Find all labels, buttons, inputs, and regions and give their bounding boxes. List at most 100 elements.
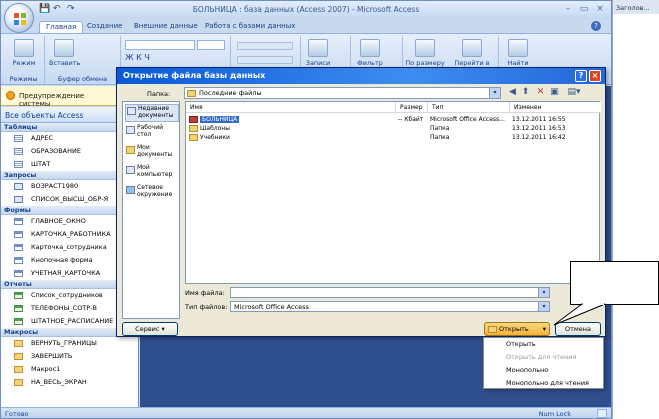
folder-icon bbox=[189, 125, 198, 132]
file-row[interactable]: БОЛЬНИЦА -- Кбайт Microsoft Office Access.… bbox=[186, 115, 599, 124]
up-folder-icon[interactable]: ⬆ bbox=[520, 87, 531, 98]
paste-icon bbox=[54, 39, 74, 57]
chevron-down-icon: ▾ bbox=[161, 325, 165, 333]
macro-icon bbox=[14, 340, 23, 347]
database-icon bbox=[189, 116, 198, 123]
nav-item-label: ГЛАВНОЕ_ОКНО bbox=[31, 217, 86, 225]
tools-button[interactable]: Сервис ▾ bbox=[122, 322, 178, 336]
form-icon bbox=[14, 244, 23, 251]
open-button[interactable]: Открыть ▾ bbox=[484, 322, 550, 336]
nav-item-label: ОБРАЗОВАНИЕ bbox=[31, 147, 81, 155]
open-database-dialog: Открытие файла базы данных ? × Папка: По… bbox=[116, 67, 606, 337]
place-my-computer[interactable]: Мой компьютер bbox=[125, 164, 179, 182]
table-icon bbox=[14, 148, 23, 155]
view-button[interactable]: Режим bbox=[9, 39, 39, 71]
file-modified: 13.12.2011 16:53 bbox=[512, 125, 566, 132]
look-in-label: Папка: bbox=[147, 90, 171, 98]
maximize-button[interactable]: ▭ bbox=[577, 4, 591, 15]
bold-italic-underline-icons[interactable]: Ж К Ч bbox=[125, 53, 150, 62]
minimize-button[interactable]: – bbox=[561, 4, 575, 15]
nav-item-macro[interactable]: НА_ВЕСЬ_ЭКРАН bbox=[1, 376, 138, 389]
place-recent[interactable]: Недавние документы bbox=[125, 104, 179, 122]
folder-icon bbox=[189, 134, 198, 141]
form-icon bbox=[14, 270, 23, 277]
help-icon[interactable]: ? bbox=[591, 21, 601, 31]
recent-folder-icon bbox=[187, 90, 196, 97]
column-name[interactable]: Имя bbox=[186, 102, 396, 113]
paste-button[interactable]: Вставить bbox=[49, 39, 80, 71]
font-name-combo[interactable] bbox=[125, 40, 195, 50]
file-row[interactable]: Шаблоны Папка 13.12.2011 16:53 bbox=[186, 124, 599, 133]
form-icon bbox=[14, 257, 23, 264]
new-folder-icon[interactable]: ▣ bbox=[549, 87, 560, 98]
align-icons[interactable] bbox=[237, 42, 293, 50]
nav-item-macro[interactable]: ЗАВЕРШИТЬ bbox=[1, 350, 138, 363]
office-button[interactable] bbox=[4, 3, 34, 33]
ribbon-group-views: Режим Режимы bbox=[3, 36, 45, 84]
report-icon bbox=[14, 305, 23, 312]
place-network[interactable]: Сетевое окружение bbox=[125, 184, 179, 202]
security-warning-bar: Предупреждение системы bbox=[1, 86, 121, 108]
chevron-down-icon[interactable]: ▾ bbox=[543, 323, 546, 335]
tab-home[interactable]: Главная bbox=[39, 21, 84, 33]
menu-open-exclusive-read-only[interactable]: Монопольно для чтения bbox=[484, 377, 603, 389]
delete-icon[interactable]: ✕ bbox=[535, 87, 546, 98]
file-type: Папка bbox=[430, 134, 450, 141]
tab-database-tools[interactable]: Работа с базами данных bbox=[199, 21, 301, 33]
filename-label: Имя файла: bbox=[185, 289, 225, 297]
query-icon bbox=[14, 183, 23, 190]
chevron-down-icon[interactable]: ▾ bbox=[538, 288, 549, 297]
menu-open-exclusive[interactable]: Монопольно bbox=[484, 364, 603, 376]
warning-icon bbox=[6, 91, 15, 100]
table-icon bbox=[14, 161, 23, 168]
nav-item-macro[interactable]: ВЕРНУТЬ_ГРАНИЦЫ bbox=[1, 337, 138, 350]
nav-item-label: ВЕРНУТЬ_ГРАНИЦЫ bbox=[31, 339, 97, 347]
close-button[interactable]: × bbox=[593, 4, 607, 15]
macro-icon bbox=[14, 379, 23, 386]
nav-item-label: Макрос1 bbox=[31, 365, 61, 373]
callout-box bbox=[570, 261, 659, 305]
nav-item-label: Кнопочная форма bbox=[31, 256, 93, 264]
file-size: -- Кбайт bbox=[398, 116, 424, 123]
filter-icon bbox=[360, 39, 380, 57]
nav-item-label: АДРЕС bbox=[31, 134, 54, 142]
views-icon[interactable]: ▤▾ bbox=[565, 87, 583, 98]
file-row[interactable]: Учебники Папка 13.12.2011 16:42 bbox=[186, 133, 599, 142]
chevron-down-icon[interactable]: ▾ bbox=[489, 88, 500, 98]
filetype-select[interactable]: Microsoft Office Access ▾ bbox=[230, 301, 550, 312]
filename-input[interactable]: ▾ bbox=[230, 287, 550, 298]
background-window: Заголов... bbox=[612, 0, 659, 419]
list-icons[interactable] bbox=[237, 56, 293, 64]
menu-open[interactable]: Открыть bbox=[484, 338, 603, 350]
menu-open-read-only[interactable]: Открыть для чтения bbox=[484, 351, 603, 363]
chevron-down-icon[interactable]: ▾ bbox=[538, 302, 549, 311]
size-to-fit-icon bbox=[415, 39, 435, 57]
column-modified[interactable]: Изменен bbox=[510, 102, 601, 113]
place-my-documents[interactable]: Мои документы bbox=[125, 144, 179, 162]
tab-create[interactable]: Создание bbox=[81, 21, 128, 33]
file-modified: 13.12.2011 16:55 bbox=[512, 116, 566, 123]
desktop-icon bbox=[126, 126, 135, 134]
cancel-button[interactable]: Отмена bbox=[555, 322, 601, 336]
tab-external-data[interactable]: Внешние данные bbox=[128, 21, 204, 33]
dialog-help-button[interactable]: ? bbox=[575, 70, 587, 82]
my-computer-icon bbox=[126, 166, 135, 174]
nav-item-macro[interactable]: Макрос1 bbox=[1, 363, 138, 376]
view-shortcut-icon[interactable] bbox=[597, 409, 607, 418]
column-type[interactable]: Тип bbox=[428, 102, 510, 113]
dialog-close-button[interactable]: × bbox=[589, 70, 601, 82]
macro-icon bbox=[14, 366, 23, 373]
back-icon[interactable]: ◀ bbox=[507, 87, 518, 98]
nav-item-label: ЗАВЕРШИТЬ bbox=[31, 352, 73, 360]
open-folder-icon bbox=[488, 326, 497, 333]
file-modified: 13.12.2011 16:42 bbox=[512, 134, 566, 141]
place-desktop[interactable]: Рабочий стол bbox=[125, 124, 179, 142]
nav-item-label: ШТАТНОЕ_РАСПИСАНИЕ bbox=[31, 317, 114, 325]
nav-item-label: ВОЗРАСТ1980 bbox=[31, 182, 79, 190]
font-size-combo[interactable] bbox=[197, 40, 225, 50]
look-in-combo[interactable]: Последние файлы ▾ bbox=[184, 87, 501, 99]
table-icon bbox=[14, 135, 23, 142]
ribbon-tabs: Главная Создание Внешние данные Работа с… bbox=[1, 19, 611, 33]
binoculars-icon bbox=[508, 39, 528, 57]
column-size[interactable]: Размер bbox=[396, 102, 428, 113]
